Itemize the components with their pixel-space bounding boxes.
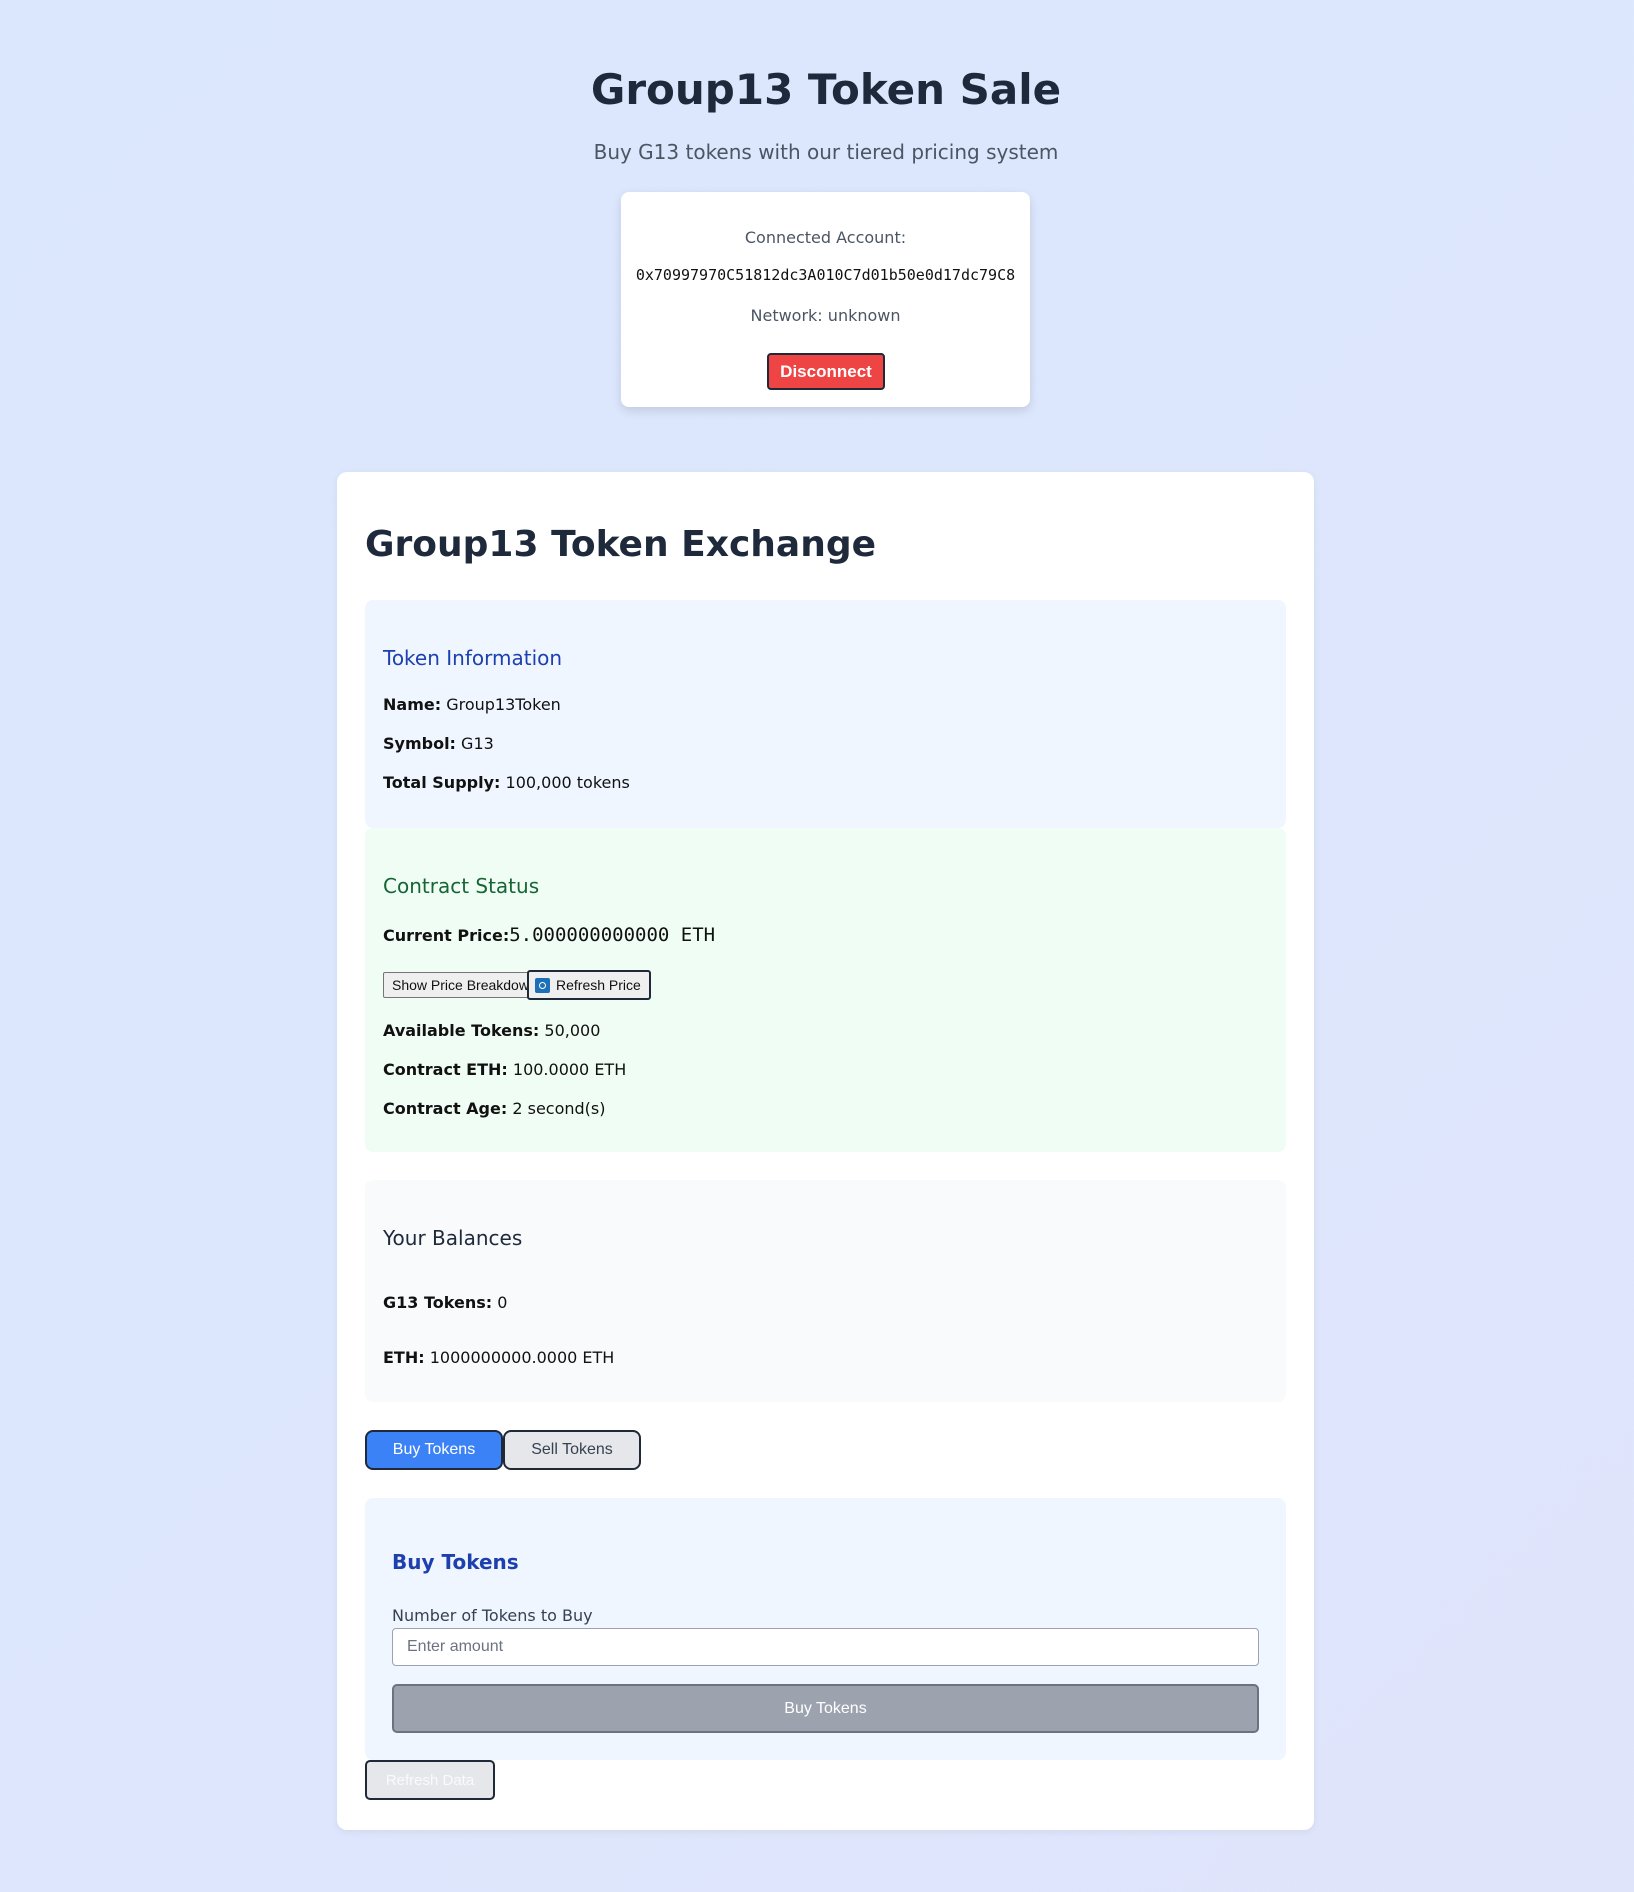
token-symbol-row: Symbol: G13: [383, 734, 494, 753]
contract-status-panel: Contract Status Current Price:5.00000000…: [365, 828, 1286, 1152]
network-status: Network: unknown: [621, 306, 1030, 325]
buy-tokens-submit-button[interactable]: Buy Tokens: [392, 1684, 1259, 1733]
current-price-row: Current Price:5.000000000000 ETH: [383, 924, 715, 946]
token-information-panel: Token Information Name: Group13Token Sym…: [365, 600, 1286, 828]
eth-balance-row: ETH: 1000000000.0000 ETH: [383, 1348, 614, 1367]
g13-balance-row: G13 Tokens: 0: [383, 1293, 507, 1312]
show-price-breakdown-button[interactable]: Show Price Breakdown: [383, 972, 546, 998]
available-tokens-value: 50,000: [544, 1021, 601, 1040]
your-balances-title: Your Balances: [383, 1226, 523, 1250]
total-supply-value: 100,000 tokens: [505, 773, 630, 792]
current-price-label: Current Price:: [383, 926, 510, 945]
account-card: Connected Account: 0x70997970C51812dc3A0…: [621, 192, 1030, 407]
token-name-row: Name: Group13Token: [383, 695, 561, 714]
token-name-value: Group13Token: [446, 695, 561, 714]
contract-age-label: Contract Age:: [383, 1099, 508, 1118]
contract-eth-label: Contract ETH:: [383, 1060, 508, 1079]
disconnect-button[interactable]: Disconnect: [767, 353, 885, 390]
total-supply-label: Total Supply:: [383, 773, 501, 792]
buy-tokens-panel: Buy Tokens Number of Tokens to Buy Buy T…: [365, 1498, 1286, 1760]
contract-eth-row: Contract ETH: 100.0000 ETH: [383, 1060, 626, 1079]
token-symbol-value: G13: [461, 734, 494, 753]
total-supply-row: Total Supply: 100,000 tokens: [383, 773, 630, 792]
tokens-to-buy-label: Number of Tokens to Buy: [392, 1606, 593, 1625]
page-header: Group13 Token Sale Buy G13 tokens with o…: [0, 62, 1634, 164]
buy-tokens-title: Buy Tokens: [392, 1550, 519, 1574]
contract-status-title: Contract Status: [383, 874, 540, 898]
current-price-value: 5.000000000000 ETH: [509, 924, 716, 946]
contract-age-value: 2 second(s): [512, 1099, 606, 1118]
your-balances-panel: Your Balances G13 Tokens: 0 ETH: 1000000…: [365, 1180, 1286, 1402]
refresh-data-button[interactable]: Refresh Data: [365, 1760, 495, 1800]
eth-balance-label: ETH:: [383, 1348, 425, 1367]
g13-balance-value: 0: [497, 1293, 508, 1312]
account-address: 0x70997970C51812dc3A010C7d01b50e0d17dc79…: [635, 266, 1016, 284]
refresh-price-button[interactable]: Refresh Price: [527, 970, 651, 1000]
contract-eth-value: 100.0000 ETH: [512, 1060, 627, 1079]
token-information-title: Token Information: [383, 646, 563, 670]
amount-input[interactable]: [392, 1628, 1259, 1666]
network-label: Network:: [750, 306, 823, 325]
connected-account-label: Connected Account:: [744, 228, 907, 247]
exchange-title: Group13 Token Exchange: [365, 524, 877, 565]
token-symbol-label: Symbol:: [383, 734, 456, 753]
g13-balance-label: G13 Tokens:: [383, 1293, 493, 1312]
token-name-label: Name:: [383, 695, 442, 714]
network-value: unknown: [827, 306, 901, 325]
exchange-card: Group13 Token Exchange Token Information…: [337, 472, 1314, 1830]
tab-buy-tokens[interactable]: Buy Tokens: [365, 1430, 503, 1470]
contract-age-row: Contract Age: 2 second(s): [383, 1099, 606, 1118]
page-title: Group13 Token Sale: [590, 65, 1062, 114]
refresh-price-label: Refresh Price: [556, 977, 641, 993]
available-tokens-row: Available Tokens: 50,000: [383, 1021, 600, 1040]
available-tokens-label: Available Tokens:: [383, 1021, 540, 1040]
refresh-icon: [535, 978, 550, 993]
eth-balance-value: 1000000000.0000 ETH: [429, 1348, 615, 1367]
tab-sell-tokens[interactable]: Sell Tokens: [503, 1430, 641, 1470]
page-subtitle: Buy G13 tokens with our tiered pricing s…: [593, 140, 1059, 164]
